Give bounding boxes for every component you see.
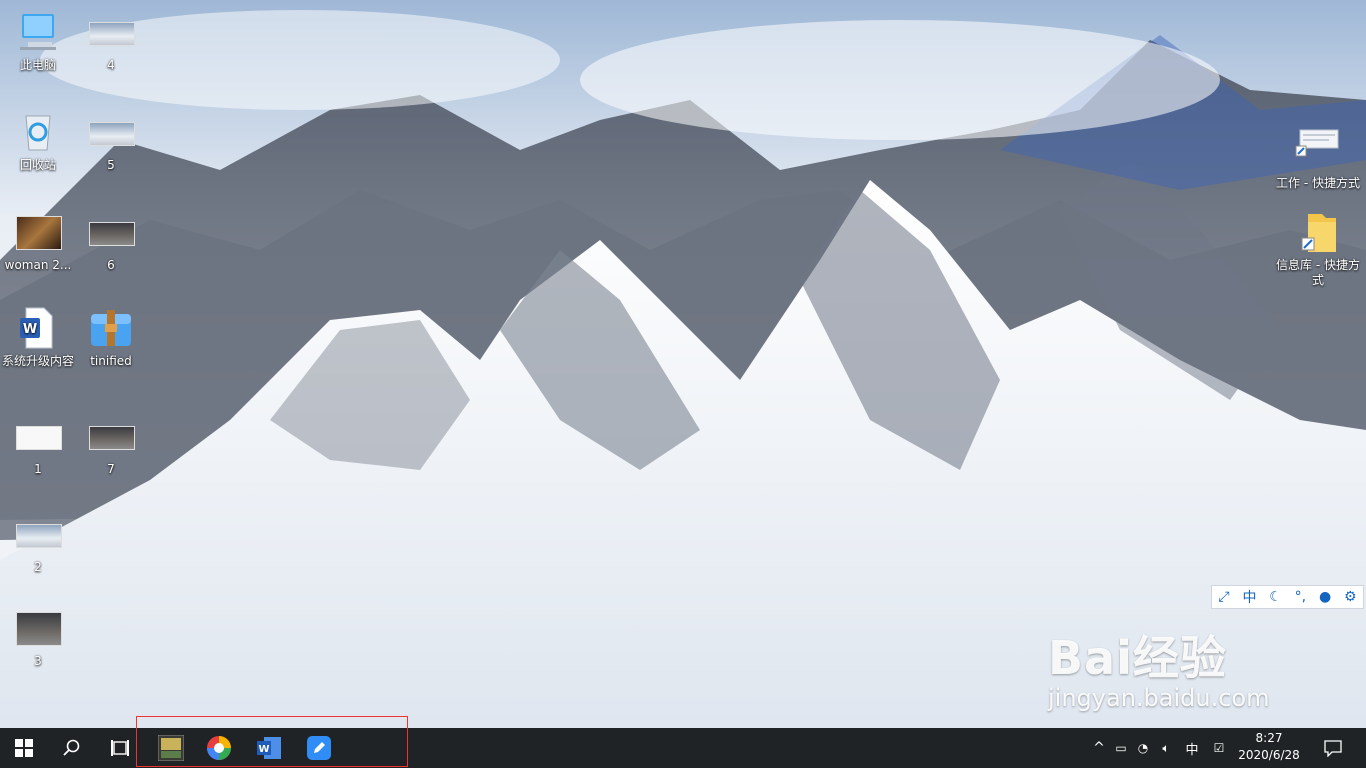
image-thumbnail-icon [14, 604, 62, 652]
watermark-logo: Bai经验 [1048, 631, 1227, 685]
desktop-icon-image-3[interactable]: 3 [0, 604, 76, 669]
desktop-icon-label: 此电脑 [19, 58, 56, 72]
gear-icon[interactable]: ⚙ [1344, 589, 1357, 605]
desktop-icon-tinified-archive[interactable]: tinified [73, 304, 149, 369]
desktop-icon-label: 工作 - 快捷方式 [1276, 176, 1360, 190]
desktop-icon-label: 2 [34, 560, 42, 574]
volume-icon[interactable]: 🔈︎ [1154, 741, 1178, 756]
desktop-icon-woman-image[interactable]: woman 2... [0, 208, 76, 273]
search-button[interactable] [48, 728, 96, 768]
desktop-icon-image-2[interactable]: 2 [0, 510, 76, 575]
image-thumbnail-icon [14, 510, 62, 558]
desktop-icon-recycle-bin[interactable]: 回收站 [0, 108, 76, 173]
image-thumbnail-icon [14, 208, 62, 256]
desktop-icon-work-shortcut[interactable]: 工作 - 快捷方式 [1276, 126, 1360, 191]
desktop-icon-image-1[interactable]: 1 [0, 412, 76, 477]
desktop-icon-image-7[interactable]: 7 [73, 412, 149, 477]
wifi-icon[interactable]: ◔ [1132, 741, 1154, 755]
computer-icon [14, 8, 62, 56]
desktop-icon-label: 5 [107, 158, 115, 172]
image-thumbnail-icon [87, 8, 135, 56]
image-thumbnail-icon [14, 412, 62, 460]
word-document-icon: W [14, 304, 62, 352]
desktop-icon-label: 6 [107, 258, 115, 272]
punctuation-icon[interactable]: °, [1295, 589, 1306, 605]
desktop-icon-label: tinified [90, 354, 132, 368]
folder-shortcut-icon [1294, 208, 1342, 256]
image-thumbnail-icon [87, 412, 135, 460]
task-view-icon [111, 740, 129, 756]
search-icon [63, 739, 80, 756]
desktop-icon-image-5[interactable]: 5 [73, 108, 149, 173]
clock-time: 8:27 [1255, 731, 1283, 745]
desktop-icon-label: 系统升级内容 [1, 354, 74, 368]
desktop-icon-label: 4 [107, 58, 115, 72]
battery-icon[interactable]: ▭ [1110, 741, 1132, 755]
desktop-icon-label: woman 2... [4, 258, 72, 272]
desktop-wallpaper [0, 0, 1366, 728]
windows-logo-icon [15, 739, 33, 757]
image-thumbnail-icon [87, 208, 135, 256]
tray-expand-chevron[interactable]: ^ [1088, 740, 1110, 756]
ime-expand-icon[interactable]: ⤢ [1218, 589, 1229, 605]
folder-shortcut-icon [1294, 126, 1342, 174]
ime-indicator[interactable]: 中 [1178, 739, 1206, 758]
ime-language-toggle[interactable]: 中 [1242, 587, 1256, 607]
highlight-annotation [136, 716, 408, 767]
action-center-button[interactable] [1312, 728, 1354, 768]
watermark-url: jingyan.baidu.com [1048, 684, 1270, 712]
start-button[interactable] [0, 728, 48, 768]
clock-date: 2020/6/28 [1238, 748, 1300, 762]
recycle-bin-icon [14, 108, 62, 156]
desktop-icon-word-doc[interactable]: W 系统升级内容 [0, 304, 76, 369]
desktop-icon-label: 3 [34, 654, 42, 668]
taskbar-clock[interactable]: 8:27 2020/6/28 [1228, 730, 1310, 764]
system-tray: ^ ▭ ◔ 🔈︎ 中 ☑ [1088, 728, 1232, 768]
svg-text:W: W [23, 322, 37, 337]
desktop-icon-image-4[interactable]: 4 [73, 8, 149, 73]
desktop-icon-info-shortcut[interactable]: 信息库 - 快捷方式 [1276, 208, 1360, 288]
desktop-icon-this-pc[interactable]: 此电脑 [0, 8, 76, 73]
user-icon[interactable]: ● [1319, 589, 1331, 605]
desktop-icon-label: 回收站 [19, 158, 56, 172]
ime-toolbar[interactable]: ⤢ 中 ☾ °, ● ⚙ [1211, 585, 1364, 609]
notification-icon [1324, 740, 1342, 757]
desktop-icon-image-6[interactable]: 6 [73, 208, 149, 273]
archive-icon [87, 304, 135, 352]
baidu-watermark: Bai经验 jingyan.baidu.com [1048, 622, 1269, 712]
desktop-icon-label: 7 [107, 462, 115, 476]
image-thumbnail-icon [87, 108, 135, 156]
moon-icon[interactable]: ☾ [1269, 589, 1282, 605]
desktop-icon-label: 1 [34, 462, 42, 476]
desktop-icon-label: 信息库 - 快捷方式 [1276, 258, 1360, 287]
